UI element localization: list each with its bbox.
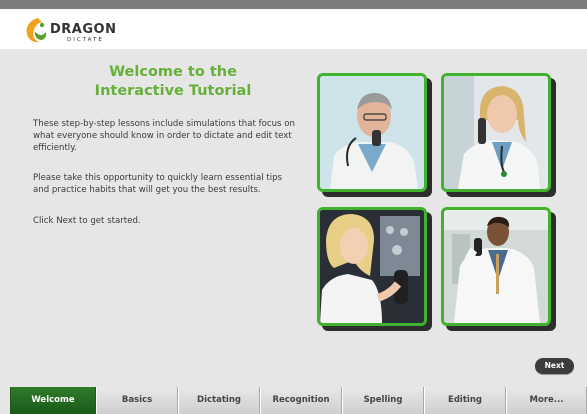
woman-xray-recorder-photo: [317, 207, 427, 326]
dragon-logo-icon: [26, 18, 47, 43]
tab-welcome[interactable]: Welcome: [10, 387, 96, 414]
app-header: DRAGON DICTATE: [0, 9, 587, 49]
brand-name: DRAGON: [50, 22, 117, 37]
tab-more[interactable]: More...: [506, 387, 587, 414]
doctor-hallway-recorder-photo: [441, 207, 551, 326]
tab-editing[interactable]: Editing: [424, 387, 506, 414]
tab-recognition[interactable]: Recognition: [260, 387, 342, 414]
title-line-2: Interactive Tutorial: [94, 83, 252, 99]
tutorial-content: Welcome to the Interactive Tutorial Thes…: [10, 49, 587, 386]
tutorial-tab-bar: Welcome Basics Dictating Recognition Spe…: [10, 387, 587, 414]
doctor-dictating-photo: [317, 73, 427, 192]
brand-subtitle: DICTATE: [67, 37, 104, 43]
page-title: Welcome to the Interactive Tutorial: [78, 63, 268, 101]
female-doctor-recorder-photo: [441, 73, 551, 192]
next-instruction: Click Next to get started.: [33, 216, 141, 226]
tab-spelling[interactable]: Spelling: [342, 387, 424, 414]
tab-basics[interactable]: Basics: [96, 387, 178, 414]
intro-paragraph: These step-by-step lessons include simul…: [33, 119, 295, 153]
next-button[interactable]: Next: [535, 358, 574, 374]
title-line-1: Welcome to the: [109, 64, 237, 80]
tips-paragraph: Please take this opportunity to quickly …: [33, 173, 283, 195]
tab-dictating[interactable]: Dictating: [178, 387, 260, 414]
